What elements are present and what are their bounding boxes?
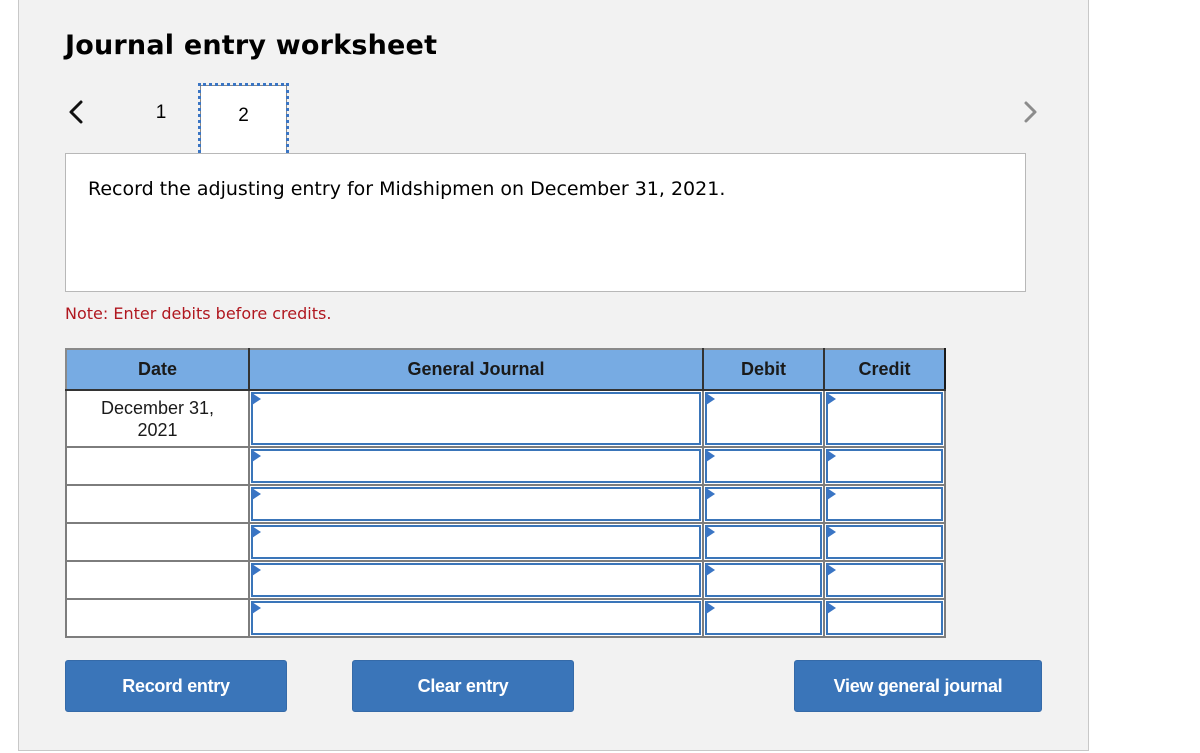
account-cell bbox=[248, 598, 704, 638]
debit-cell bbox=[702, 598, 825, 638]
date-cell bbox=[65, 522, 250, 562]
next-button[interactable] bbox=[1020, 98, 1040, 126]
debit-input[interactable] bbox=[705, 392, 822, 445]
note-text: Note: Enter debits before credits. bbox=[65, 304, 332, 323]
account-input[interactable] bbox=[251, 449, 701, 483]
header-general-journal: General Journal bbox=[248, 348, 704, 391]
credit-cell bbox=[823, 446, 946, 486]
account-input[interactable] bbox=[251, 601, 701, 635]
debit-input[interactable] bbox=[705, 525, 822, 559]
previous-button[interactable] bbox=[66, 98, 86, 126]
credit-cell bbox=[823, 560, 946, 600]
header-date: Date bbox=[65, 348, 250, 391]
prompt-text: Record the adjusting entry for Midshipme… bbox=[88, 178, 726, 200]
header-debit: Debit bbox=[702, 348, 825, 391]
tab-1[interactable]: 1 bbox=[150, 100, 172, 126]
date-cell: December 31, 2021 bbox=[65, 389, 250, 448]
debit-cell bbox=[702, 446, 825, 486]
date-cell bbox=[65, 484, 250, 524]
debit-input[interactable] bbox=[705, 601, 822, 635]
credit-cell bbox=[823, 484, 946, 524]
account-cell bbox=[248, 560, 704, 600]
credit-cell bbox=[823, 389, 946, 448]
date-value: December 31, 2021 bbox=[100, 397, 215, 440]
tab-2-active[interactable]: 2 bbox=[198, 83, 289, 160]
date-cell bbox=[65, 446, 250, 486]
credit-cell bbox=[823, 598, 946, 638]
table-row: December 31, 2021 bbox=[65, 389, 946, 448]
table-header-row: Date General Journal Debit Credit bbox=[65, 348, 946, 391]
credit-input[interactable] bbox=[826, 392, 943, 445]
debit-cell bbox=[702, 389, 825, 448]
table-row bbox=[65, 446, 946, 486]
account-cell bbox=[248, 446, 704, 486]
view-general-journal-button[interactable]: View general journal bbox=[794, 660, 1042, 712]
record-entry-button[interactable]: Record entry bbox=[65, 660, 287, 712]
credit-input[interactable] bbox=[826, 525, 943, 559]
credit-input[interactable] bbox=[826, 487, 943, 521]
journal-table: Date General Journal Debit Credit Decemb… bbox=[65, 348, 946, 638]
credit-input[interactable] bbox=[826, 601, 943, 635]
page-title: Journal entry worksheet bbox=[65, 30, 438, 61]
date-cell bbox=[65, 598, 250, 638]
table-row bbox=[65, 598, 946, 638]
chevron-right-icon bbox=[1024, 101, 1037, 123]
credit-input[interactable] bbox=[826, 563, 943, 597]
account-cell bbox=[248, 522, 704, 562]
account-input[interactable] bbox=[251, 487, 701, 521]
account-input[interactable] bbox=[251, 525, 701, 559]
table-row bbox=[65, 484, 946, 524]
table-row bbox=[65, 522, 946, 562]
debit-input[interactable] bbox=[705, 449, 822, 483]
debit-input[interactable] bbox=[705, 487, 822, 521]
debit-cell bbox=[702, 522, 825, 562]
chevron-left-icon bbox=[69, 100, 83, 124]
debit-input[interactable] bbox=[705, 563, 822, 597]
header-credit: Credit bbox=[823, 348, 946, 391]
account-input[interactable] bbox=[251, 392, 701, 445]
account-cell bbox=[248, 484, 704, 524]
clear-entry-button[interactable]: Clear entry bbox=[352, 660, 574, 712]
credit-input[interactable] bbox=[826, 449, 943, 483]
account-input[interactable] bbox=[251, 563, 701, 597]
date-cell bbox=[65, 560, 250, 600]
debit-cell bbox=[702, 484, 825, 524]
account-cell bbox=[248, 389, 704, 448]
prompt-box: Record the adjusting entry for Midshipme… bbox=[65, 153, 1026, 292]
debit-cell bbox=[702, 560, 825, 600]
table-row bbox=[65, 560, 946, 600]
credit-cell bbox=[823, 522, 946, 562]
